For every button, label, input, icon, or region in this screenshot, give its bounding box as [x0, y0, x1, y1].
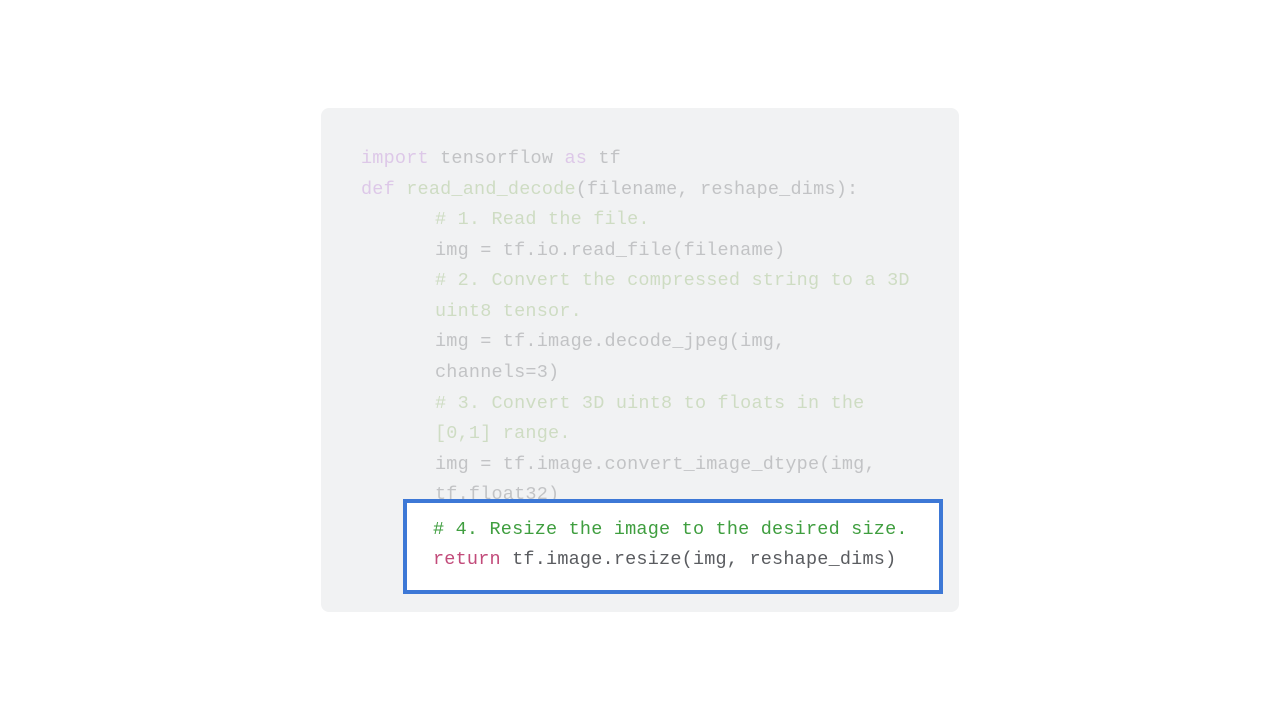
code-line: # 2. Convert the compressed string to a …	[361, 266, 919, 327]
keyword-as: as	[564, 148, 587, 169]
code-line: def read_and_decode(filename, reshape_di…	[361, 175, 919, 206]
code-text: (filename, reshape_dims):	[576, 179, 859, 200]
keyword-def: def	[361, 179, 395, 200]
code-line: # 1. Read the file.	[361, 205, 919, 236]
code-comment: # 4. Resize the image to the desired siz…	[433, 519, 908, 540]
function-name: read_and_decode	[406, 179, 576, 200]
code-text: img = tf.image.convert_image_dtype(img, …	[435, 454, 887, 506]
code-text: tensorflow	[429, 148, 565, 169]
code-line: img = tf.image.decode_jpeg(img, channels…	[361, 327, 919, 388]
code-text: tf.image.resize(img, reshape_dims)	[501, 549, 897, 570]
code-comment: # 1. Read the file.	[435, 209, 650, 230]
code-line: import tensorflow as tf	[361, 144, 919, 175]
code-text: tf	[587, 148, 621, 169]
code-text: img = tf.image.decode_jpeg(img, channels…	[435, 331, 797, 383]
highlighted-code-region: # 4. Resize the image to the desired siz…	[403, 499, 943, 594]
code-text	[395, 179, 406, 200]
code-line: img = tf.io.read_file(filename)	[361, 236, 919, 267]
keyword-import: import	[361, 148, 429, 169]
code-line: return tf.image.resize(img, reshape_dims…	[433, 545, 913, 576]
code-line: # 4. Resize the image to the desired siz…	[433, 515, 913, 546]
code-block: import tensorflow as tf def read_and_dec…	[321, 108, 959, 611]
code-line: # 3. Convert 3D uint8 to floats in the […	[361, 389, 919, 450]
code-comment: # 3. Convert 3D uint8 to floats in the […	[435, 393, 876, 445]
code-comment: # 2. Convert the compressed string to a …	[435, 270, 921, 322]
code-text: img = tf.io.read_file(filename)	[435, 240, 785, 261]
keyword-return: return	[433, 549, 501, 570]
